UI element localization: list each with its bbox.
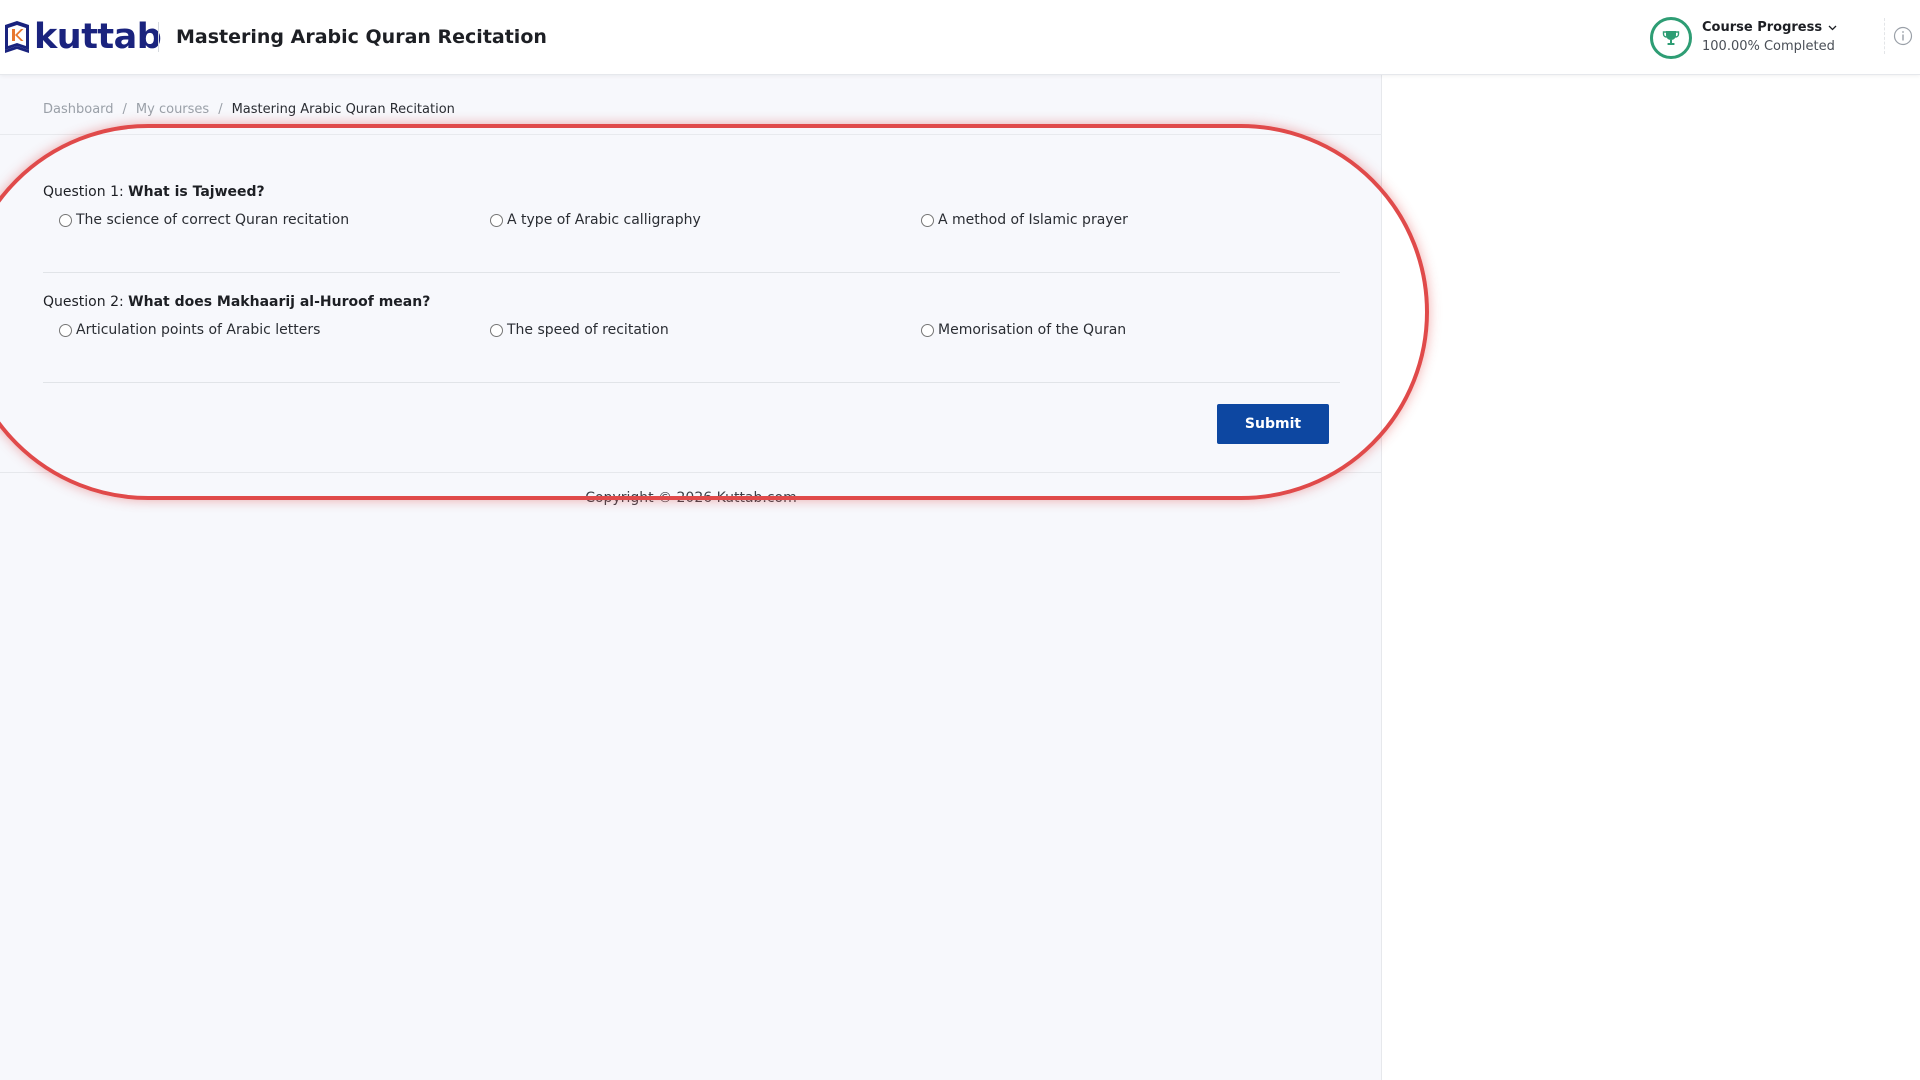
question-2-options: Articulation points of Arabic letters Th…: [43, 318, 1340, 348]
question-1-option-b-label: A type of Arabic calligraphy: [507, 212, 701, 228]
question-2: Question 2: What does Makhaarij al-Huroo…: [43, 292, 1340, 348]
book-k-icon: [5, 21, 29, 53]
main-content: Dashboard / My courses / Mastering Arabi…: [0, 75, 1382, 1080]
question-1-radio-c[interactable]: [921, 213, 934, 227]
progress-text: Course Progress 100.00% Completed: [1702, 19, 1837, 57]
question-2-radio-b[interactable]: [490, 323, 503, 337]
progress-ring: [1650, 17, 1692, 59]
question-2-text: What does Makhaarij al-Huroof mean?: [128, 294, 431, 310]
question-2-radio-c[interactable]: [921, 323, 934, 337]
question-1-option-a-label: The science of correct Quran recitation: [76, 212, 350, 228]
question-1-option-b[interactable]: A type of Arabic calligraphy: [490, 208, 701, 232]
question-2-prefix: Question 2:: [43, 294, 124, 310]
breadcrumb-separator: /: [218, 102, 223, 117]
question-2-title: Question 2: What does Makhaarij al-Huroo…: [43, 292, 1340, 312]
course-progress-dropdown[interactable]: Course Progress 100.00% Completed: [1650, 16, 1837, 60]
header-divider: [158, 22, 159, 52]
question-2-option-a[interactable]: Articulation points of Arabic letters: [59, 318, 320, 342]
question-1: Question 1: What is Tajweed? The science…: [43, 182, 1340, 238]
question-2-option-c[interactable]: Memorisation of the Quran: [921, 318, 1126, 342]
logo-text: kuttab: [34, 17, 162, 57]
question-2-option-a-label: Articulation points of Arabic letters: [76, 322, 321, 338]
progress-label-row: Course Progress: [1702, 19, 1837, 37]
progress-value: 100.00% Completed: [1702, 39, 1835, 54]
breadcrumb-separator: /: [122, 102, 127, 117]
question-1-radio-b[interactable]: [490, 213, 503, 227]
breadcrumb: Dashboard / My courses / Mastering Arabi…: [43, 101, 455, 119]
question-1-text: What is Tajweed?: [128, 184, 265, 200]
info-icon: [1893, 26, 1912, 46]
question-divider: [43, 382, 1340, 383]
question-2-option-c-label: Memorisation of the Quran: [938, 322, 1127, 338]
chevron-down-icon: [1828, 19, 1837, 37]
question-1-prefix: Question 1:: [43, 184, 124, 200]
breadcrumb-current: Mastering Arabic Quran Recitation: [231, 102, 455, 117]
breadcrumb-divider: [0, 134, 1382, 135]
progress-label: Course Progress: [1702, 20, 1823, 35]
question-1-option-c[interactable]: A method of Islamic prayer: [921, 208, 1128, 232]
question-2-option-b-label: The speed of recitation: [507, 322, 669, 338]
question-1-radio-a[interactable]: [59, 213, 72, 227]
question-1-option-c-label: A method of Islamic prayer: [938, 212, 1128, 228]
question-2-option-b[interactable]: The speed of recitation: [490, 318, 669, 342]
footer-divider: [0, 472, 1382, 473]
question-1-title: Question 1: What is Tajweed?: [43, 182, 1340, 202]
submit-button[interactable]: Submit: [1217, 404, 1329, 444]
logo[interactable]: kuttab: [2, 16, 162, 58]
course-title: Mastering Arabic Quran Recitation: [176, 26, 547, 48]
breadcrumb-my-courses[interactable]: My courses: [136, 101, 209, 119]
question-1-options: The science of correct Quran recitation …: [43, 208, 1340, 238]
breadcrumb-dashboard[interactable]: Dashboard: [43, 101, 114, 119]
question-divider: [43, 272, 1340, 273]
question-2-radio-a[interactable]: [59, 323, 72, 337]
top-header: kuttab Mastering Arabic Quran Recitation…: [0, 0, 1920, 75]
copyright-text: Copyright © 2026 Kuttab.com: [585, 490, 797, 506]
info-button[interactable]: [1884, 18, 1920, 54]
question-1-option-a[interactable]: The science of correct Quran recitation: [59, 208, 349, 232]
trophy-icon: [1662, 31, 1680, 45]
